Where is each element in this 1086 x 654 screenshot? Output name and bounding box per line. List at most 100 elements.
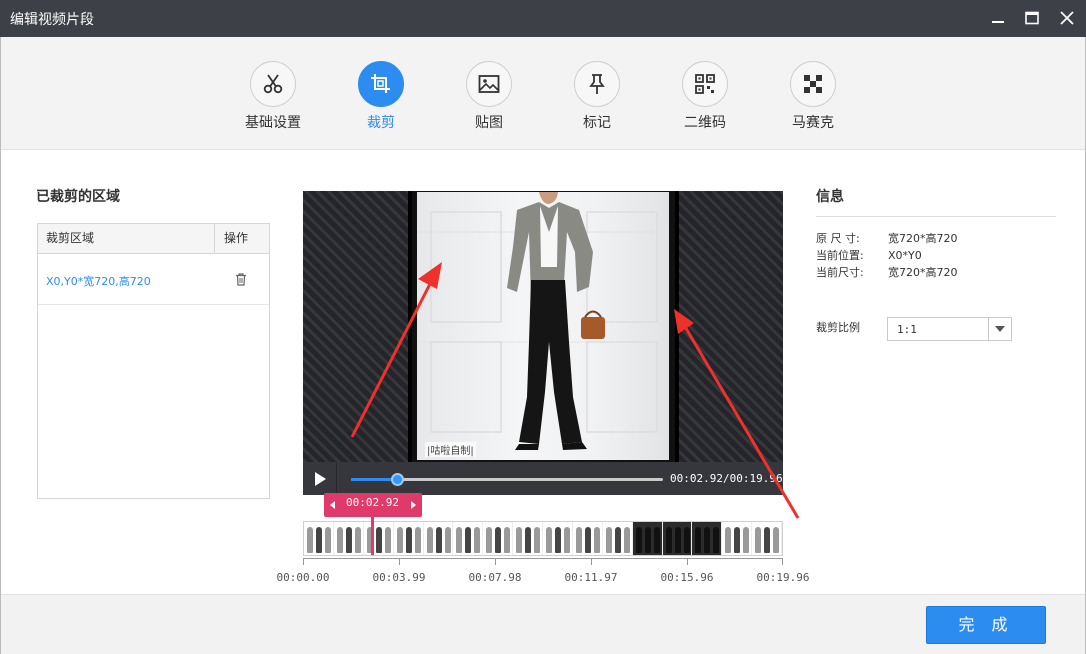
qrcode-icon — [695, 74, 715, 94]
maximize-icon — [1025, 11, 1039, 25]
frame-figure — [653, 527, 660, 553]
filmstrip-frame — [394, 522, 424, 555]
woman-figure-image — [417, 192, 669, 450]
timeline-tick-label: 00:11.97 — [564, 571, 618, 584]
filmstrip-frame — [752, 522, 782, 555]
frame-figure — [307, 527, 313, 553]
filmstrip-frame — [304, 522, 334, 555]
step-back-icon[interactable] — [330, 501, 335, 509]
frame-figure — [546, 527, 552, 553]
dropdown-button[interactable] — [988, 318, 1011, 340]
trash-icon — [236, 273, 246, 286]
tab-basic-settings[interactable]: 基础设置 — [228, 61, 318, 132]
frame-figure — [614, 527, 621, 553]
maximize-button[interactable] — [1020, 7, 1044, 29]
frame-figure — [345, 527, 352, 553]
frame-figure — [316, 527, 322, 553]
close-button[interactable] — [1055, 7, 1079, 29]
frame-figure — [605, 527, 612, 553]
frame-figure — [534, 527, 541, 553]
filmstrip-frame — [632, 522, 663, 555]
frame-figure — [474, 527, 481, 553]
table-header: 裁剪区域 操作 — [38, 224, 269, 254]
original-size-row: 原 尺 寸: 宽720*高720 — [816, 230, 958, 246]
tab-label: 裁剪 — [367, 115, 395, 131]
frame-figure — [593, 527, 600, 553]
frame-figure — [704, 527, 711, 553]
progress-knob[interactable] — [390, 473, 404, 486]
play-button[interactable] — [303, 462, 337, 495]
frame-figure — [743, 527, 750, 553]
tab-qrcode[interactable]: 二维码 — [660, 61, 750, 132]
minimize-icon — [992, 21, 1004, 23]
filmstrip-frame — [722, 522, 753, 555]
frame-figure — [336, 527, 343, 553]
frame-figure — [695, 527, 702, 553]
tab-mark[interactable]: 标记 — [552, 61, 642, 132]
crop-ratio-select[interactable]: 1:1 — [887, 317, 1012, 341]
frame-figure — [623, 527, 630, 553]
frame-figure — [525, 527, 532, 553]
current-position-label: 当前位置: — [816, 249, 864, 262]
footer: 完 成 — [0, 594, 1086, 654]
time-readout: 00:02.92/00:19.96 — [670, 472, 783, 485]
frame-figure — [486, 527, 493, 553]
frame-figure — [375, 527, 382, 553]
tab-label: 标记 — [583, 115, 611, 131]
frame-figure — [773, 527, 780, 553]
frame-figure — [644, 527, 651, 553]
timeline-tick-label: 00:15.96 — [660, 571, 714, 584]
column-header-region: 裁剪区域 — [46, 231, 95, 245]
pin-icon — [589, 74, 605, 94]
frame-figure — [495, 527, 502, 553]
cropped-area-title: 已裁剪的区域 — [36, 189, 120, 205]
filmstrip-frame — [483, 522, 514, 555]
column-divider — [214, 224, 215, 254]
step-forward-icon[interactable] — [411, 501, 416, 509]
tab-label: 二维码 — [684, 115, 726, 131]
done-button[interactable]: 完 成 — [926, 606, 1046, 644]
crop-selection-box[interactable]: |咕啦自制| — [408, 191, 679, 462]
frame-figure — [564, 527, 570, 553]
table-row[interactable]: X0,Y0*宽720,高720 — [38, 255, 269, 305]
timeline-tick — [303, 559, 304, 565]
current-size-value: 宽720*高720 — [888, 266, 958, 279]
frame-figure — [516, 527, 523, 553]
tab-mosaic[interactable]: 马赛克 — [768, 61, 858, 132]
close-icon — [1060, 11, 1074, 25]
timeline-tick — [782, 559, 783, 565]
watermark-text: |咕啦自制| — [425, 442, 476, 457]
info-title: 信息 — [816, 189, 844, 205]
player-controls: 00:02.92/00:19.96 — [303, 462, 783, 495]
tab-label: 马赛克 — [792, 115, 834, 131]
video-frame-image: |咕啦自制| — [417, 192, 669, 460]
filmstrip-frame — [692, 522, 723, 555]
crop-region-value[interactable]: X0,Y0*宽720,高720 — [46, 273, 151, 289]
frame-figure — [435, 527, 442, 553]
progress-slider[interactable] — [351, 473, 663, 486]
timeline-tick-label: 00:03.99 — [372, 571, 426, 584]
chevron-down-icon — [995, 326, 1005, 332]
original-size-label: 原 尺 寸: — [816, 232, 860, 245]
current-position-value: X0*Y0 — [888, 249, 922, 262]
filmstrip[interactable] — [303, 521, 783, 556]
frame-figure — [456, 527, 463, 553]
playhead-line — [371, 517, 374, 555]
crop-ratio-value: 1:1 — [897, 323, 917, 336]
frame-figure — [674, 527, 681, 553]
tab-crop[interactable]: 裁剪 — [336, 61, 426, 132]
original-size-value: 宽720*高720 — [888, 232, 958, 245]
crop-ratio-label: 裁剪比例 — [816, 321, 860, 334]
filmstrip-frame — [334, 522, 364, 555]
delete-button[interactable] — [234, 272, 248, 286]
current-size-label: 当前尺寸: — [816, 266, 864, 279]
frame-figure — [734, 527, 741, 553]
timeline-tick-label: 00:00.00 — [276, 571, 330, 584]
timeline-tick — [495, 559, 496, 565]
frame-figure — [405, 527, 412, 553]
minimize-button[interactable] — [986, 7, 1010, 29]
video-preview: |咕啦自制| — [303, 191, 783, 462]
frame-figure — [683, 527, 690, 553]
playhead-marker[interactable]: 00:02.92 — [324, 493, 422, 517]
tab-sticker[interactable]: 贴图 — [444, 61, 534, 132]
